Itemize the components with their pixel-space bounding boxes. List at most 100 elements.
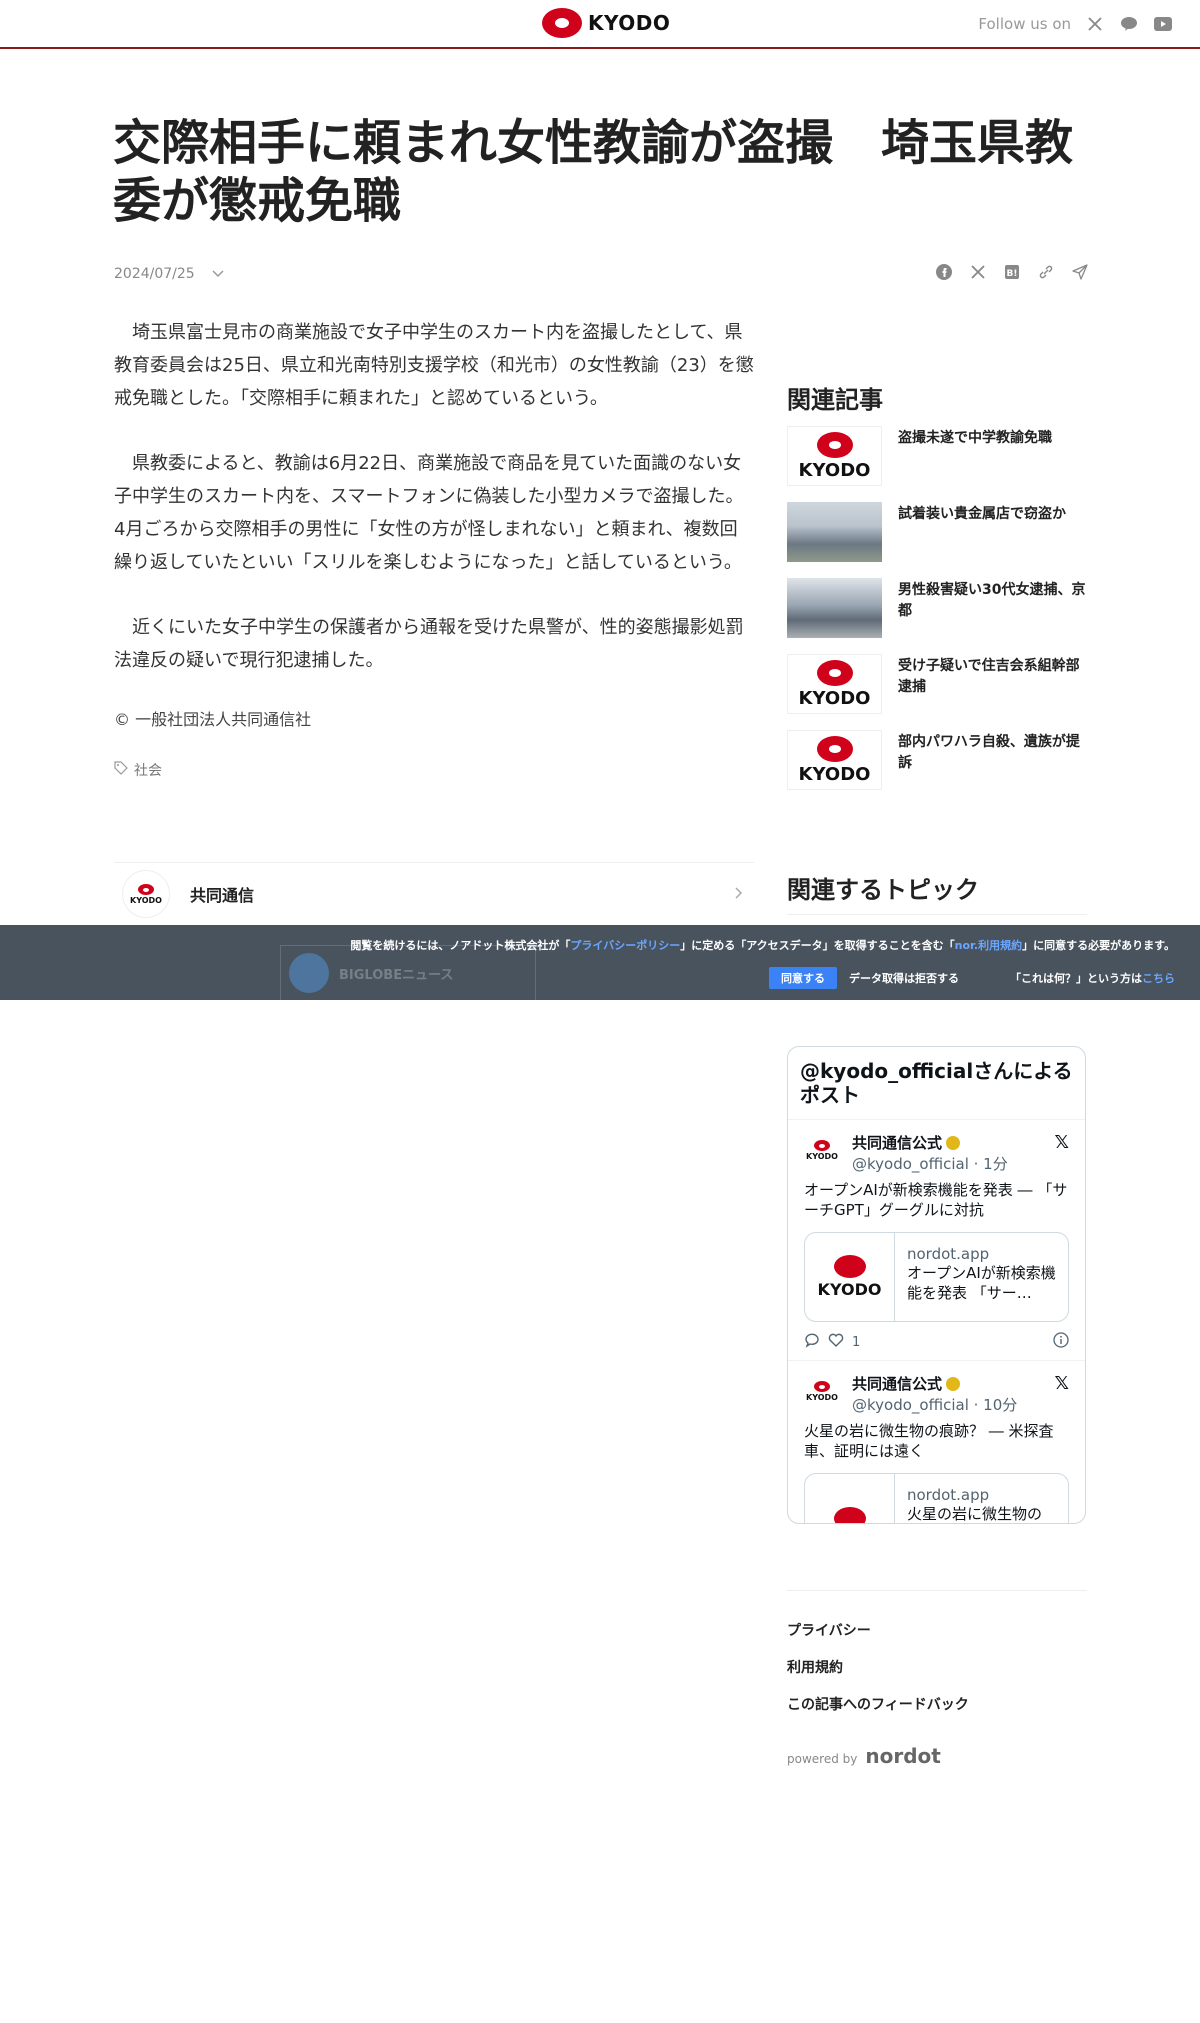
card-thumb: KYODO [805,1233,895,1321]
like-icon[interactable] [828,1332,844,1352]
info-icon[interactable] [1053,1332,1069,1352]
link-icon[interactable] [1036,262,1056,282]
related-thumb: KYODO [787,730,882,790]
article-date: 2024/07/25 [114,265,195,282]
tweet-text: 火星の岩に微生物の痕跡？ ― 米探査車、証明には遠く [804,1422,1054,1460]
related-item[interactable]: KYODO 受け子疑いで住吉会系組幹部逮捕 [787,654,1087,714]
tweet-author[interactable]: 共同通信公式 [852,1373,1017,1394]
article-paragraph: 県教委によると、教諭は6月22日、商業施設で商品を見ていた面識のない女子中学生の… [114,453,744,573]
like-count: 1 [852,1334,861,1350]
x-logo-icon[interactable]: 𝕏 [1054,1373,1069,1394]
thumb-logo-text: KYODO [798,687,871,709]
x-share-icon[interactable] [968,262,988,282]
related-title: 盗撮未遂で中学教諭免職 [898,430,1052,446]
article-body: 埼玉県富士見市の商業施設で女子中学生のスカート内を盗撮したとして、県教育委員会は… [114,316,754,709]
related-heading: 関連記事 [787,386,883,414]
facebook-icon[interactable] [934,262,954,282]
feedback-link[interactable]: この記事へのフィードバック [787,1696,969,1714]
divider [787,914,1087,915]
related-photo [787,578,882,638]
privacy-policy-link[interactable]: プライバシーポリシー [570,939,680,952]
divider [114,862,754,863]
kyodo-logo[interactable]: KYODO [542,8,670,38]
youtube-icon[interactable] [1153,14,1173,34]
article-paragraph: 埼玉県富士見市の商業施設で女子中学生のスカート内を盗撮したとして、県教育委員会は… [114,322,754,409]
thumb-logo-text: KYODO [798,459,871,481]
what-is-this: 「これは何？」という方はこちら [1010,970,1175,986]
link-card[interactable]: nordot.app 火星の岩に微生物の [804,1473,1069,1523]
related-list: KYODO 盗撮未遂で中学教諭免職 試着装い貴金属店で窃盗か 男性殺害疑い30代… [787,426,1087,806]
avatar[interactable]: KYODO [804,1132,840,1168]
tag-social[interactable]: 社会 [114,760,162,780]
avatar[interactable]: KYODO [804,1373,840,1409]
powered-label: powered by [787,1752,858,1766]
footer-links: プライバシー 利用規約 この記事へのフィードバック [787,1622,969,1733]
related-title: 受け子疑いで住吉会系組幹部逮捕 [898,658,1080,695]
share-bar: B! [934,262,1090,282]
timeline-heading: @kyodo_officialさんによるポスト [788,1047,1085,1120]
agree-button[interactable]: 同意する [769,967,837,989]
chevron-down-icon[interactable] [211,264,225,283]
related-item[interactable]: KYODO 部内パワハラ自殺、遺族が提訴 [787,730,1087,790]
kyodo-mark-icon [138,883,154,895]
kyodo-mark-icon [833,1255,866,1278]
nordot-logo: nordot [865,1744,941,1768]
tweet-handle[interactable]: @kyodo_official · 10分 [852,1394,1017,1415]
related-title: 男性殺害疑い30代女逮捕、京都 [898,582,1086,619]
related-thumb: KYODO [787,426,882,486]
consent-banner: 閲覧を続けるには、ノアドット株式会社が「プライバシーポリシー」に定める「アクセス… [0,925,1200,1000]
what-link[interactable]: こちら [1142,972,1175,985]
follow-us: Follow us on [978,14,1173,34]
avatar-logo-text: KYODO [806,1392,838,1402]
powered-by[interactable]: powered by nordot [787,1744,941,1768]
terms-link[interactable]: nor.利用規約 [955,939,1022,952]
decline-button[interactable]: データ取得は拒否する [849,970,959,986]
biglobe-ghost-card: BIGLOBEニュース [280,945,536,1001]
tag-icon [114,761,128,779]
source-link[interactable]: KYODO 共同通信 [114,870,754,918]
logo-text: KYODO [588,11,671,35]
author-name: 共同通信公式 [852,1134,943,1152]
line-icon[interactable] [1119,14,1139,34]
related-item[interactable]: 試着装い貴金属店で窃盗か [787,502,1087,562]
card-logo-text: KYODO [817,1280,882,1299]
article-paragraph: 近くにいた女子中学生の保護者から通報を受けた県警が、性的姿態撮影処罰法違反の疑い… [114,617,744,671]
tweet-handle[interactable]: @kyodo_official · 1分 [852,1153,1008,1174]
avatar-logo-text: KYODO [806,1151,838,1161]
tweet-actions: 1 [804,1332,1069,1352]
related-thumb: KYODO [787,654,882,714]
site-header: KYODO Follow us on [0,0,1200,49]
card-thumb [805,1474,895,1523]
reply-icon[interactable] [804,1332,820,1352]
kyodo-mark-icon [816,735,853,762]
svg-text:B!: B! [1007,269,1018,279]
verified-icon [946,1135,961,1150]
privacy-link[interactable]: プライバシー [787,1622,969,1640]
terms-of-use-link[interactable]: 利用規約 [787,1659,969,1677]
follow-label: Follow us on [978,15,1071,33]
consent-text-part: 」に同意する必要があります。 [1022,939,1175,952]
chevron-right-icon [734,884,744,905]
related-photo [787,502,882,562]
tweet-timeline: @kyodo_officialさんによるポスト KYODO 共同通信公式 @ky… [787,1046,1086,1524]
biglobe-icon [289,953,329,993]
kyodo-mark-icon [814,1139,830,1151]
tweet-author[interactable]: 共同通信公式 [852,1132,1008,1153]
send-icon[interactable] [1070,262,1090,282]
author-name: 共同通信公式 [852,1375,943,1393]
x-logo-icon[interactable]: 𝕏 [1054,1132,1069,1153]
x-icon[interactable] [1085,14,1105,34]
tweet[interactable]: KYODO 共同通信公式 @kyodo_official · 1分 𝕏 オープン… [788,1120,1085,1361]
thumb-logo-text: KYODO [798,763,871,785]
related-item[interactable]: KYODO 盗撮未遂で中学教諭免職 [787,426,1087,486]
hatena-icon[interactable]: B! [1002,262,1022,282]
related-item[interactable]: 男性殺害疑い30代女逮捕、京都 [787,578,1087,638]
related-title: 試着装い貴金属店で窃盗か [898,506,1066,522]
tweet[interactable]: KYODO 共同通信公式 @kyodo_official · 10分 𝕏 火星の… [788,1361,1085,1523]
topics-heading: 関連するトピック [787,876,979,904]
source-logo: KYODO [122,870,170,918]
link-card[interactable]: KYODO nordot.app オープンAIが新検索機能を発表 「サー… [804,1232,1069,1322]
card-title: 火星の岩に微生物の [907,1505,1043,1523]
copyright: © 一般社団法人共同通信社 [114,710,312,729]
tweet-text: オープンAIが新検索機能を発表 ― 「サーチGPT」グーグルに対抗 [804,1181,1068,1219]
